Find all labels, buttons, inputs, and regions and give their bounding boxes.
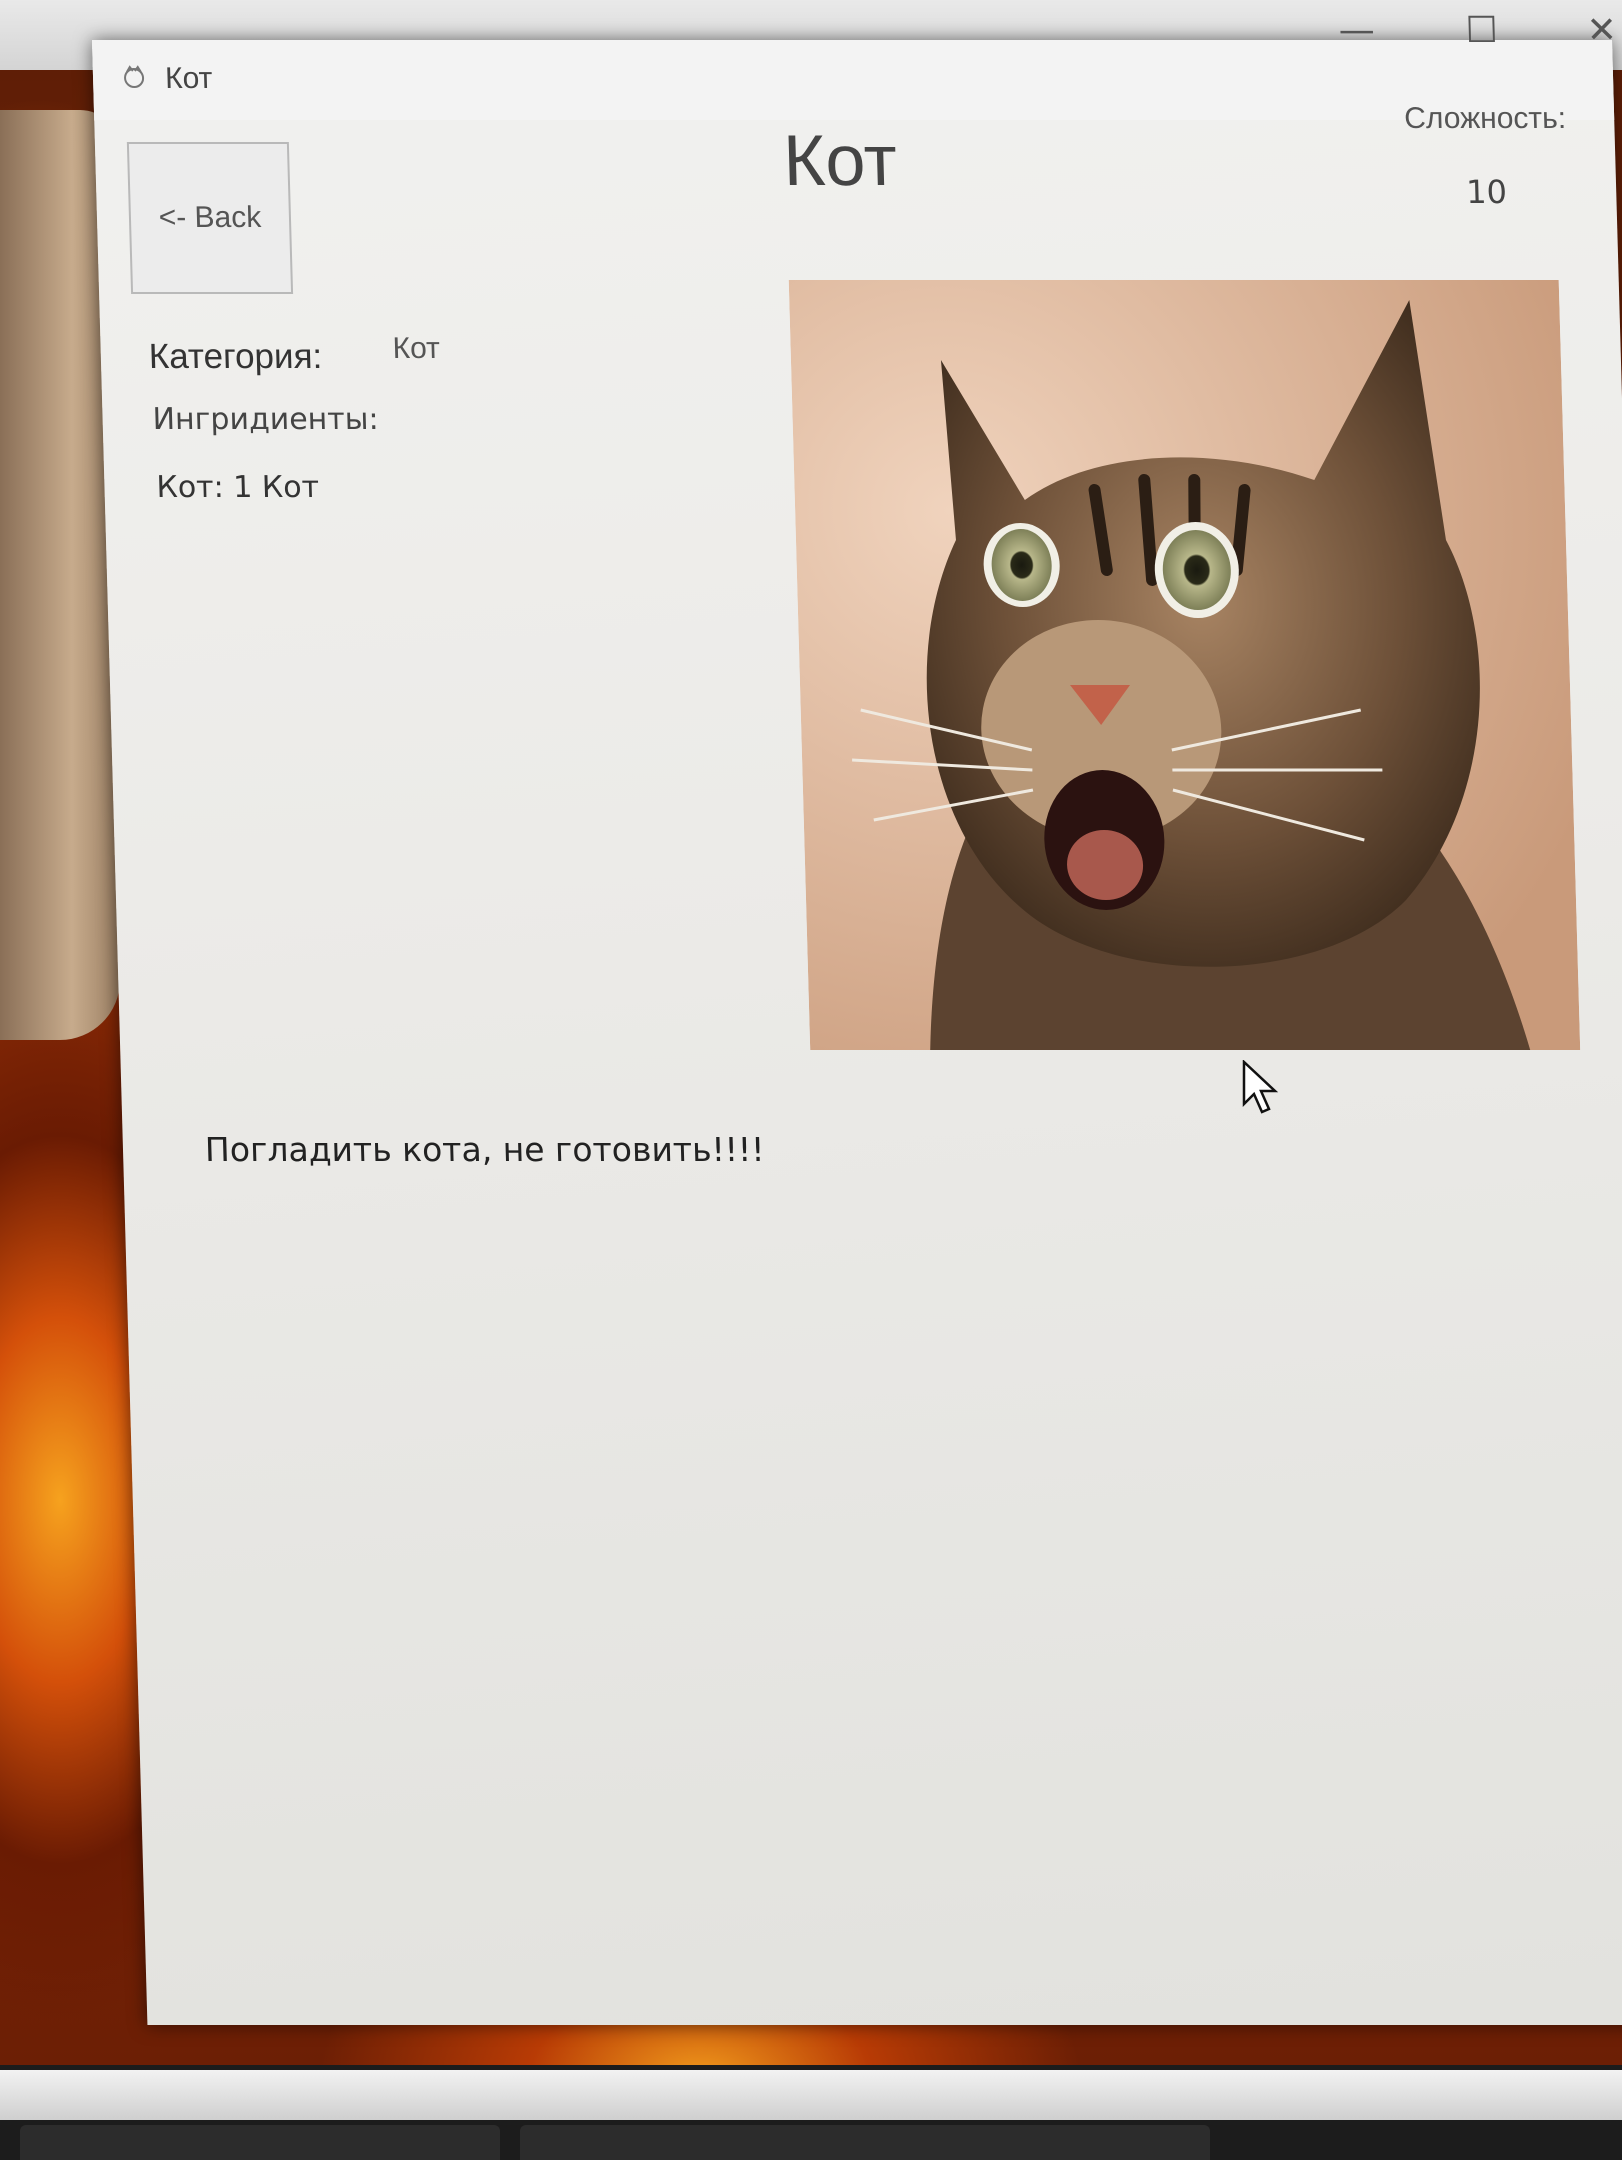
taskbar-button[interactable] (20, 2125, 500, 2160)
window-title: Кот (164, 62, 213, 95)
close-button[interactable]: ✕ (1556, 0, 1622, 60)
back-button[interactable]: <- Back (126, 142, 294, 294)
category-label: Категория: (148, 337, 323, 376)
app-icon (124, 65, 145, 88)
mouse-cursor-icon (1242, 1060, 1279, 1114)
difficulty-label: Сложность: (1403, 102, 1567, 135)
maximize-button[interactable]: ☐ (1436, 0, 1528, 60)
page-title: Кот (782, 121, 898, 201)
taskbar-highlight (0, 2070, 1622, 2120)
minimize-button[interactable]: — (1311, 0, 1403, 60)
difficulty-value: 10 (1465, 173, 1508, 211)
ingredients-label: Ингридиенты: (152, 402, 380, 437)
ingredient-item: Кот: 1 Кот (156, 470, 320, 505)
instructions-text: Погладить кота, не готовить!!!! (204, 1130, 765, 1169)
taskbar-button[interactable] (520, 2125, 1210, 2160)
cat-photo (788, 280, 1581, 1050)
category-value: Кот (392, 332, 441, 365)
recipe-window: Кот — ☐ ✕ <- Back Кот Сложность: 10 Кате… (92, 10, 1622, 2025)
